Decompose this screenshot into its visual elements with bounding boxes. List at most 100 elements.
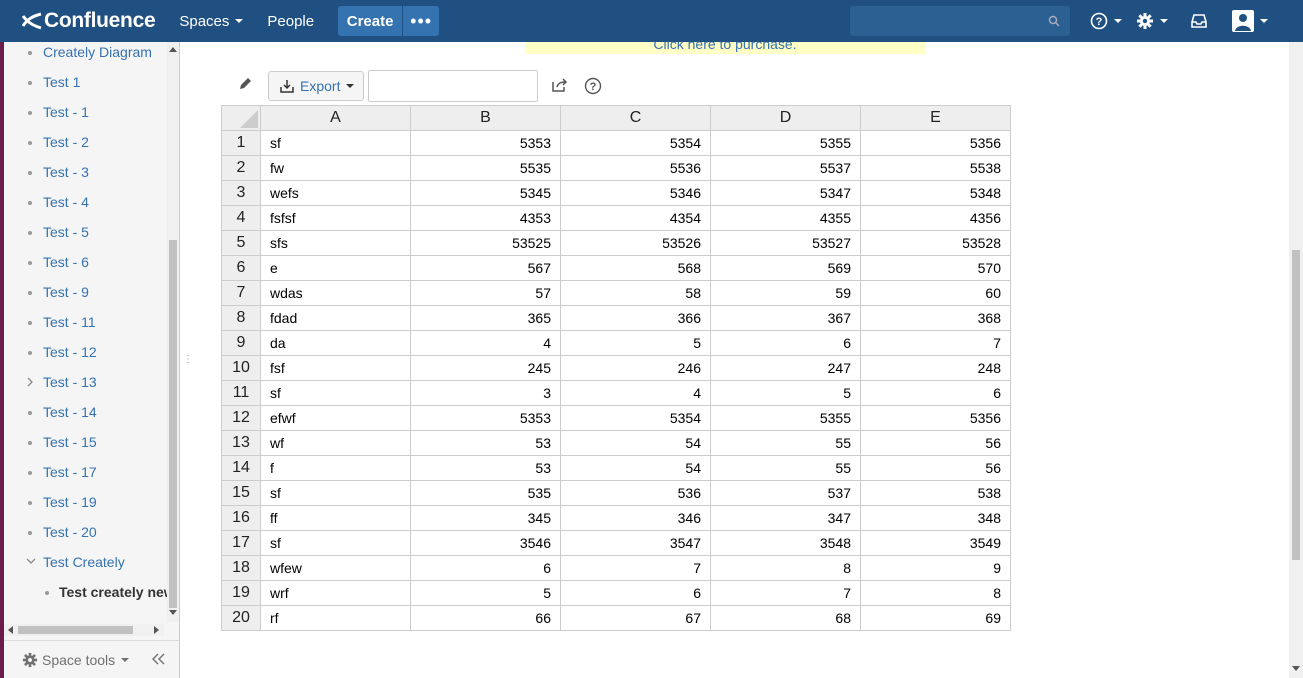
table-cell[interactable]: 347 [710,505,861,531]
table-cell[interactable]: 535 [410,480,561,506]
table-cell[interactable]: 68 [710,605,861,631]
table-cell[interactable]: 3547 [560,530,711,556]
row-header[interactable]: 1 [221,130,261,156]
table-cell[interactable]: 4354 [560,205,711,231]
table-cell[interactable]: 6 [860,380,1011,406]
table-cell[interactable]: 53525 [410,230,561,256]
table-cell[interactable]: sf [260,530,411,556]
row-header[interactable]: 18 [221,555,261,581]
scrollbar-thumb[interactable] [169,240,177,608]
table-cell[interactable]: 5353 [410,405,561,431]
table-cell[interactable]: 3 [410,380,561,406]
row-header[interactable]: 11 [221,380,261,406]
table-cell[interactable]: 365 [410,305,561,331]
table-cell[interactable]: 368 [860,305,1011,331]
table-cell[interactable]: 4356 [860,205,1011,231]
table-cell[interactable]: 4 [410,330,561,356]
tree-item[interactable]: Test - 11 [4,313,167,333]
tree-item[interactable]: Test - 20 [4,523,167,543]
row-header[interactable]: 5 [221,230,261,256]
table-cell[interactable]: 4353 [410,205,561,231]
table-cell[interactable]: sf [260,130,411,156]
table-cell[interactable]: 7 [860,330,1011,356]
table-cell[interactable]: 3548 [710,530,861,556]
more-create-button[interactable]: ••• [403,6,440,36]
confluence-logo[interactable]: Confluence [22,9,156,33]
row-header[interactable]: 12 [221,405,261,431]
table-cell[interactable]: 53528 [860,230,1011,256]
export-button[interactable]: Export [268,71,364,101]
row-header[interactable]: 20 [221,605,261,631]
table-cell[interactable]: 5356 [860,405,1011,431]
license-banner[interactable]: Click here to purchase. [525,42,925,54]
table-cell[interactable]: wfew [260,555,411,581]
tree-item[interactable]: Test - 3 [4,163,167,183]
settings-menu[interactable] [1136,12,1168,30]
column-header[interactable]: B [410,105,561,131]
table-cell[interactable]: 55 [710,455,861,481]
table-cell[interactable]: 367 [710,305,861,331]
table-cell[interactable]: 346 [560,505,711,531]
table-cell[interactable]: wdas [260,280,411,306]
table-cell[interactable]: 5536 [560,155,711,181]
table-cell[interactable]: 3546 [410,530,561,556]
space-tools-button[interactable]: Space tools [22,652,130,668]
select-all-corner[interactable] [221,105,261,131]
row-header[interactable]: 2 [221,155,261,181]
filter-input[interactable] [368,70,538,102]
row-header[interactable]: 14 [221,455,261,481]
scrollbar-thumb[interactable] [18,626,133,634]
table-cell[interactable]: f [260,455,411,481]
table-cell[interactable]: 5 [710,380,861,406]
table-cell[interactable]: 5346 [560,180,711,206]
tree-item[interactable]: Test - 9 [4,283,167,303]
search-input[interactable] [850,6,1070,36]
column-header[interactable]: C [560,105,711,131]
table-cell[interactable]: 8 [860,580,1011,606]
table-cell[interactable]: 5535 [410,155,561,181]
table-cell[interactable]: sf [260,380,411,406]
table-cell[interactable]: 5353 [410,130,561,156]
table-cell[interactable]: 246 [560,355,711,381]
tree-item[interactable]: Test - 4 [4,193,167,213]
user-menu[interactable] [1232,10,1268,32]
table-cell[interactable]: fdad [260,305,411,331]
table-cell[interactable]: fsfsf [260,205,411,231]
table-cell[interactable]: fsf [260,355,411,381]
table-cell[interactable]: 569 [710,255,861,281]
row-header[interactable]: 19 [221,580,261,606]
row-header[interactable]: 10 [221,355,261,381]
table-cell[interactable]: 345 [410,505,561,531]
table-cell[interactable]: 5 [560,330,711,356]
row-header[interactable]: 17 [221,530,261,556]
table-cell[interactable]: 5355 [710,130,861,156]
scroll-left-arrow-icon[interactable] [7,626,13,634]
table-cell[interactable]: rf [260,605,411,631]
row-header[interactable]: 9 [221,330,261,356]
help-icon[interactable]: ? [584,77,602,95]
tree-item[interactable]: Test - 14 [4,403,167,423]
table-cell[interactable]: 66 [410,605,561,631]
scroll-right-arrow-icon[interactable] [154,626,160,634]
table-cell[interactable]: 538 [860,480,1011,506]
tree-item[interactable]: Test - 6 [4,253,167,273]
table-cell[interactable]: 55 [710,430,861,456]
notifications-button[interactable] [1190,13,1208,29]
row-header[interactable]: 3 [221,180,261,206]
table-cell[interactable]: 58 [560,280,711,306]
row-header[interactable]: 16 [221,505,261,531]
tree-item[interactable]: Test - 1 [4,103,167,123]
table-cell[interactable]: 248 [860,355,1011,381]
table-cell[interactable]: 3549 [860,530,1011,556]
table-cell[interactable]: 5345 [410,180,561,206]
table-cell[interactable]: 5348 [860,180,1011,206]
table-cell[interactable]: wefs [260,180,411,206]
table-cell[interactable]: sf [260,480,411,506]
tree-item[interactable]: Test - 19 [4,493,167,513]
table-cell[interactable]: 67 [560,605,711,631]
table-cell[interactable]: 567 [410,255,561,281]
table-cell[interactable]: 69 [860,605,1011,631]
create-button[interactable]: Create [338,6,403,36]
table-cell[interactable]: da [260,330,411,356]
table-cell[interactable]: 245 [410,355,561,381]
